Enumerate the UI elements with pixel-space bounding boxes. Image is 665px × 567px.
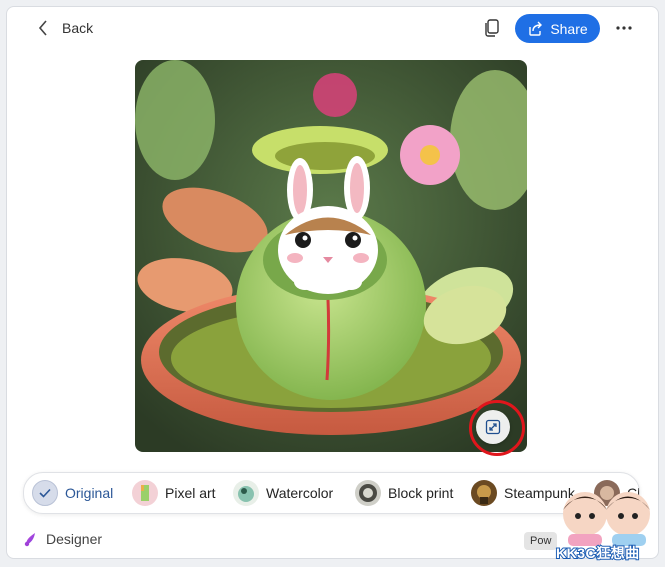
- style-label: Watercolor: [266, 485, 334, 501]
- steampunk-thumbnail: [471, 480, 497, 506]
- style-option-block-print[interactable]: Block print: [355, 479, 453, 507]
- style-label: Pixel art: [165, 485, 216, 501]
- chevron-left-icon: [38, 20, 47, 36]
- more-horizontal-icon: [616, 26, 632, 30]
- checkmark-icon: [32, 480, 58, 506]
- expand-button[interactable]: [476, 410, 510, 444]
- style-option-original[interactable]: Original: [32, 479, 113, 507]
- style-label: Original: [65, 485, 114, 501]
- back-label: Back: [62, 20, 94, 36]
- expand-icon: [485, 419, 501, 435]
- pixel-art-thumbnail: [132, 480, 158, 506]
- share-button[interactable]: Share: [515, 14, 600, 43]
- designer-logo-icon: [24, 533, 35, 547]
- style-options-bar: Original Pixel art Watercolor Block prin…: [23, 472, 640, 514]
- generated-image[interactable]: [135, 60, 527, 452]
- style-option-pixel-art[interactable]: Pixel art: [132, 479, 216, 507]
- block-print-thumbnail: [355, 480, 381, 506]
- copy-icon: [485, 19, 499, 37]
- more-options-button[interactable]: [612, 17, 636, 39]
- copy-button[interactable]: [481, 17, 503, 39]
- designer-label: Designer: [46, 531, 103, 547]
- style-option-watercolor[interactable]: Watercolor: [233, 479, 333, 507]
- designer-brand: Designer: [23, 531, 102, 547]
- back-button[interactable]: Back: [38, 17, 93, 39]
- share-icon: [529, 21, 543, 36]
- share-label: Share: [550, 20, 588, 37]
- watercolor-thumbnail: [233, 480, 259, 506]
- style-label: Block print: [388, 485, 454, 501]
- powered-label: Pow: [530, 535, 552, 547]
- generated-image-artwork: [135, 60, 527, 452]
- watermark-text: KK3C狂想曲: [555, 544, 640, 562]
